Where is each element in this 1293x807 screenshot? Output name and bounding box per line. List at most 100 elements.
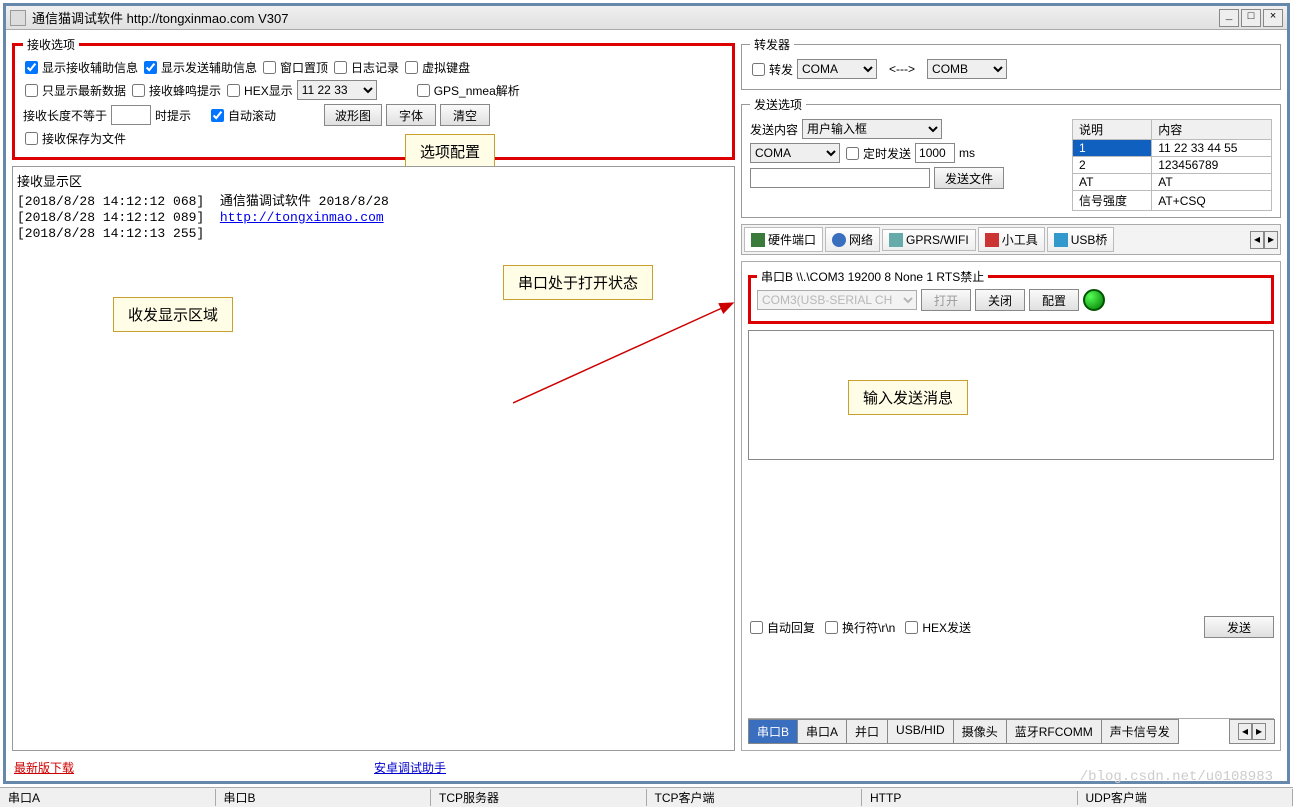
callout-input-send: 输入发送消息	[848, 380, 968, 415]
hex-value-select[interactable]: 11 22 33	[297, 80, 377, 100]
send-options-legend: 发送选项	[750, 96, 806, 113]
btn-close-port[interactable]: 关闭	[975, 289, 1025, 311]
btab-bluetooth[interactable]: 蓝牙RFCOMM	[1006, 719, 1102, 744]
port-panel: 串口B \\.\COM3 19200 8 None 1 RTS禁止 COM3(U…	[741, 261, 1281, 751]
send-content-select[interactable]: 用户输入框	[802, 119, 942, 139]
callout-display: 收发显示区域	[113, 297, 233, 332]
table-row: 111 22 33 44 55	[1073, 140, 1272, 157]
timed-unit-label: ms	[959, 146, 975, 160]
cb-beep[interactable]: 接收蜂鸣提示	[130, 82, 221, 99]
link-latest-download[interactable]: 最新版下载	[14, 759, 74, 776]
recv-options-legend: 接收选项	[23, 36, 79, 53]
tab-network[interactable]: 网络	[825, 227, 880, 252]
cb-topmost[interactable]: 窗口置顶	[261, 59, 328, 76]
btn-send-file[interactable]: 发送文件	[934, 167, 1004, 189]
cb-only-latest[interactable]: 只显示最新数据	[23, 82, 126, 99]
serial-port-legend: 串口B \\.\COM3 19200 8 None 1 RTS禁止	[757, 268, 988, 285]
cb-timed-send[interactable]: 定时发送	[844, 145, 911, 162]
btn-config-port[interactable]: 配置	[1029, 289, 1079, 311]
serial-port-box: 串口B \\.\COM3 19200 8 None 1 RTS禁止 COM3(U…	[748, 268, 1274, 324]
link-android-helper[interactable]: 安卓调试助手	[374, 759, 446, 776]
send-port-select[interactable]: COMA	[750, 143, 840, 163]
cb-newline[interactable]: 换行符\r\n	[823, 619, 895, 636]
btab-parallel[interactable]: 并口	[846, 719, 888, 744]
link-tongxinmao[interactable]: http://tongxinmao.com	[220, 210, 384, 225]
btab-scroll-right[interactable]: ▸	[1252, 723, 1266, 740]
tab-tools[interactable]: 小工具	[978, 227, 1045, 252]
btn-send[interactable]: 发送	[1204, 616, 1274, 638]
toolbox-icon	[985, 233, 999, 247]
tabbar-bottom: 串口B 串口A 并口 USB/HID 摄像头 蓝牙RFCOMM 声卡信号发 ◂▸	[748, 718, 1274, 744]
send-file-input[interactable]	[750, 168, 930, 188]
quick-send-table[interactable]: 说明内容 111 22 33 44 55 2123456789 ATAT 信号强…	[1072, 119, 1272, 211]
status-http: HTTP	[862, 791, 1078, 805]
table-row: 2123456789	[1073, 157, 1272, 174]
recv-area-title: 接收显示区	[17, 171, 730, 190]
cb-vkeyboard[interactable]: 虚拟键盘	[403, 59, 470, 76]
cb-show-recv-aux[interactable]: 显示接收辅助信息	[23, 59, 138, 76]
window-title: 通信猫调试软件 http://tongxinmao.com V307	[32, 8, 1219, 27]
arrow-icon	[513, 293, 743, 413]
btab-scroll-left[interactable]: ◂	[1238, 723, 1252, 740]
forward-arrow-label: <--->	[889, 62, 915, 76]
btab-camera[interactable]: 摄像头	[953, 719, 1007, 744]
forwarder-legend: 转发器	[750, 36, 794, 53]
btn-clear[interactable]: 清空	[440, 104, 490, 126]
status-tcpserver: TCP服务器	[431, 789, 647, 806]
btn-open-port[interactable]: 打开	[921, 289, 971, 311]
tabbar-top: 硬件端口 网络 GPRS/WIFI 小工具 USB桥 ◂▸	[741, 224, 1281, 255]
send-textarea[interactable]	[748, 330, 1274, 460]
cb-gps[interactable]: GPS_nmea解析	[415, 82, 520, 99]
port-status-led	[1083, 289, 1105, 311]
len-input[interactable]	[111, 105, 151, 125]
minimize-button[interactable]: _	[1219, 9, 1239, 27]
app-icon	[10, 10, 26, 26]
forward-comb-select[interactable]: COMB	[927, 59, 1007, 79]
table-row: ATAT	[1073, 174, 1272, 191]
status-tcpclient: TCP客户端	[647, 789, 863, 806]
cb-autoscroll[interactable]: 自动滚动	[209, 107, 276, 124]
footer-links: 最新版下载 安卓调试助手	[6, 757, 1287, 778]
com-port-select[interactable]: COM3(USB-SERIAL CH	[757, 290, 917, 310]
maximize-button[interactable]: □	[1241, 9, 1261, 27]
cb-save-file[interactable]: 接收保存为文件	[23, 130, 126, 147]
statusbar: 串口A 串口B TCP服务器 TCP客户端 HTTP UDP客户端	[0, 787, 1293, 807]
cb-hex-send[interactable]: HEX发送	[903, 619, 971, 636]
globe-icon	[832, 233, 846, 247]
cb-log[interactable]: 日志记录	[332, 59, 399, 76]
recv-options-group: 接收选项 显示接收辅助信息 显示发送辅助信息 窗口置顶 日志记录 虚拟键盘 只显…	[12, 36, 735, 160]
usb-icon	[1054, 233, 1068, 247]
tab-usb-bridge[interactable]: USB桥	[1047, 227, 1115, 252]
btab-seriala[interactable]: 串口A	[797, 719, 847, 744]
cb-hex-display[interactable]: HEX显示	[225, 82, 293, 99]
tab-scroll-right[interactable]: ▸	[1264, 231, 1278, 249]
close-button[interactable]: ×	[1263, 9, 1283, 27]
tab-gprs-wifi[interactable]: GPRS/WIFI	[882, 229, 976, 251]
btn-waveform[interactable]: 波形图	[324, 104, 382, 126]
tab-scroll-left[interactable]: ◂	[1250, 231, 1264, 249]
cb-show-send-aux[interactable]: 显示发送辅助信息	[142, 59, 257, 76]
len-label2: 时提示	[155, 107, 191, 124]
forward-coma-select[interactable]: COMA	[797, 59, 877, 79]
titlebar: 通信猫调试软件 http://tongxinmao.com V307 _ □ ×	[6, 6, 1287, 30]
status-seriala: 串口A	[0, 789, 216, 806]
cb-auto-reply[interactable]: 自动回复	[748, 619, 815, 636]
cb-forward[interactable]: 转发	[750, 61, 793, 78]
len-label1: 接收长度不等于	[23, 107, 107, 124]
tab-hardware-port[interactable]: 硬件端口	[744, 227, 823, 252]
forwarder-group: 转发器 转发 COMA <---> COMB	[741, 36, 1281, 90]
timed-interval-input[interactable]	[915, 143, 955, 163]
send-content-label: 发送内容	[750, 121, 798, 138]
table-row: 信号强度AT+CSQ	[1073, 191, 1272, 211]
btab-usbhid[interactable]: USB/HID	[887, 719, 954, 744]
callout-options: 选项配置	[405, 134, 495, 169]
chip-icon	[751, 233, 765, 247]
recv-display-area[interactable]: 接收显示区 [2018/8/28 14:12:12 068] 通信猫调试软件 2…	[12, 166, 735, 751]
send-options-group: 发送选项 发送内容 用户输入框 COMA 定时发送 ms	[741, 96, 1281, 218]
btn-font[interactable]: 字体	[386, 104, 436, 126]
status-udpclient: UDP客户端	[1078, 789, 1293, 806]
btab-soundcard[interactable]: 声卡信号发	[1101, 719, 1179, 744]
status-serialb: 串口B	[216, 789, 432, 806]
btab-serialb[interactable]: 串口B	[748, 719, 798, 744]
app-window: 通信猫调试软件 http://tongxinmao.com V307 _ □ ×…	[3, 3, 1290, 784]
